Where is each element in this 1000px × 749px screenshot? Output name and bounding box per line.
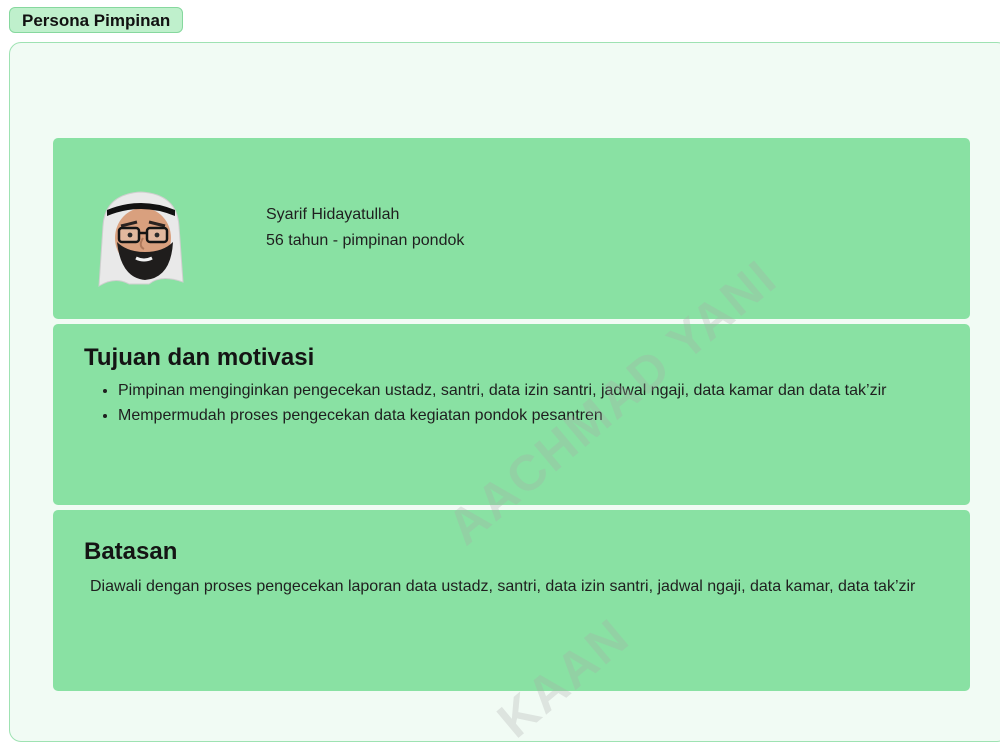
persona-age-role: 56 tahun - pimpinan pondok xyxy=(266,232,465,249)
goals-list-item: Mempermudah proses pengecekan data kegia… xyxy=(118,405,958,426)
limits-heading: Batasan xyxy=(84,538,178,565)
goals-list: Pimpinan menginginkan pengecekan ustadz,… xyxy=(93,380,958,430)
goals-card: Tujuan dan motivasi Pimpinan menginginka… xyxy=(53,324,970,505)
persona-frame-label[interactable]: Persona Pimpinan xyxy=(9,7,184,33)
avatar-memoji-keffiyeh-icon xyxy=(98,191,184,287)
goals-heading: Tujuan dan motivasi xyxy=(84,344,315,371)
limits-card: Batasan Diawali dengan proses pengecekan… xyxy=(53,510,970,691)
profile-card: Syarif Hidayatullah 56 tahun - pimpinan … xyxy=(53,138,970,319)
limits-text: Diawali dengan proses pengecekan laporan… xyxy=(90,578,916,595)
persona-name: Syarif Hidayatullah xyxy=(266,206,400,223)
goals-list-item: Pimpinan menginginkan pengecekan ustadz,… xyxy=(118,380,958,401)
